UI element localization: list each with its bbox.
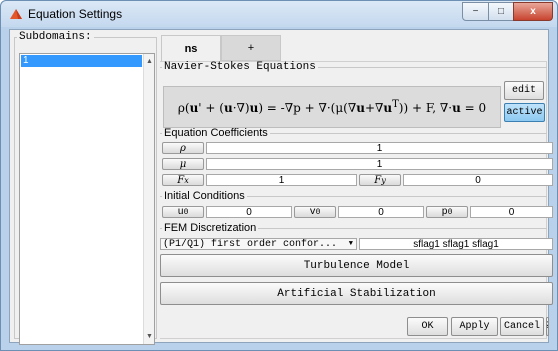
active-toggle-button[interactable]: active xyxy=(504,103,545,122)
fem-element-select[interactable]: (P1/Q1) first order confor... ▼ xyxy=(160,238,357,250)
mu-button[interactable]: μ xyxy=(162,158,204,170)
u0-field[interactable]: 0 xyxy=(206,206,292,218)
turbulence-model-button[interactable]: Turbulence Model xyxy=(160,254,553,277)
fy-button[interactable]: Fy xyxy=(359,174,401,186)
fx-field[interactable]: 1 xyxy=(206,174,357,186)
p0-field[interactable]: 0 xyxy=(470,206,553,218)
navier-stokes-equation: ρ(u' + (u·∇)u) = -∇p + ∇·(μ(∇u+∇uT)) + F… xyxy=(163,86,501,128)
subdomain-item[interactable]: 1 xyxy=(21,55,142,67)
scroll-down-icon[interactable]: ▼ xyxy=(146,333,153,340)
fem-discretization-legend: FEM Discretization xyxy=(164,222,257,234)
rho-field[interactable]: 1 xyxy=(206,142,553,154)
initial-conditions-legend: Initial Conditions xyxy=(164,190,245,202)
title-bar[interactable]: Equation Settings − □ x xyxy=(1,1,557,27)
minimize-button[interactable]: − xyxy=(462,2,489,21)
close-button[interactable]: x xyxy=(513,2,553,21)
rho-button[interactable]: ρ xyxy=(162,142,204,154)
mu-field[interactable]: 1 xyxy=(206,158,553,170)
v0-field[interactable]: 0 xyxy=(338,206,424,218)
artificial-stabilization-button[interactable]: Artificial Stabilization xyxy=(160,282,553,305)
dialog-body: Subdomains: 1 ▲ ▼ ns + Navier-Stokes Equ… xyxy=(9,29,553,345)
subdomains-legend: Subdomains: xyxy=(19,31,92,43)
navier-stokes-legend: Navier-Stokes Equations xyxy=(164,61,316,73)
v0-button[interactable]: v0 xyxy=(294,206,336,218)
fy-field[interactable]: 0 xyxy=(403,174,553,186)
subdomains-group: Subdomains: 1 ▲ ▼ xyxy=(14,31,157,345)
subdomains-listbox[interactable]: 1 ▲ ▼ xyxy=(19,53,155,345)
tab-add[interactable]: + xyxy=(221,35,281,61)
maximize-button[interactable]: □ xyxy=(488,2,514,21)
window-title: Equation Settings xyxy=(28,7,123,21)
scroll-up-icon[interactable]: ▲ xyxy=(146,58,153,65)
cancel-button[interactable]: Cancel xyxy=(500,317,544,336)
ok-button[interactable]: OK xyxy=(407,317,448,336)
u0-button[interactable]: u0 xyxy=(162,206,204,218)
chevron-down-icon[interactable]: ▼ xyxy=(349,239,353,249)
help-button[interactable]: ? xyxy=(546,317,549,336)
sflag-field[interactable]: sflag1 sflag1 sflag1 xyxy=(359,238,553,250)
fem-element-selected: (P1/Q1) first order confor... xyxy=(163,239,338,250)
p0-button[interactable]: p0 xyxy=(426,206,468,218)
fx-button[interactable]: Fx xyxy=(162,174,204,186)
apply-button[interactable]: Apply xyxy=(451,317,498,336)
equation-settings-window: Equation Settings − □ x Subdomains: 1 ▲ … xyxy=(0,0,558,351)
tab-ns[interactable]: ns xyxy=(161,35,221,61)
matlab-app-icon xyxy=(10,9,22,19)
edit-button[interactable]: edit xyxy=(504,81,544,100)
listbox-scrollbar[interactable]: ▲ ▼ xyxy=(143,54,154,344)
equation-coefficients-legend: Equation Coefficients xyxy=(164,127,268,139)
